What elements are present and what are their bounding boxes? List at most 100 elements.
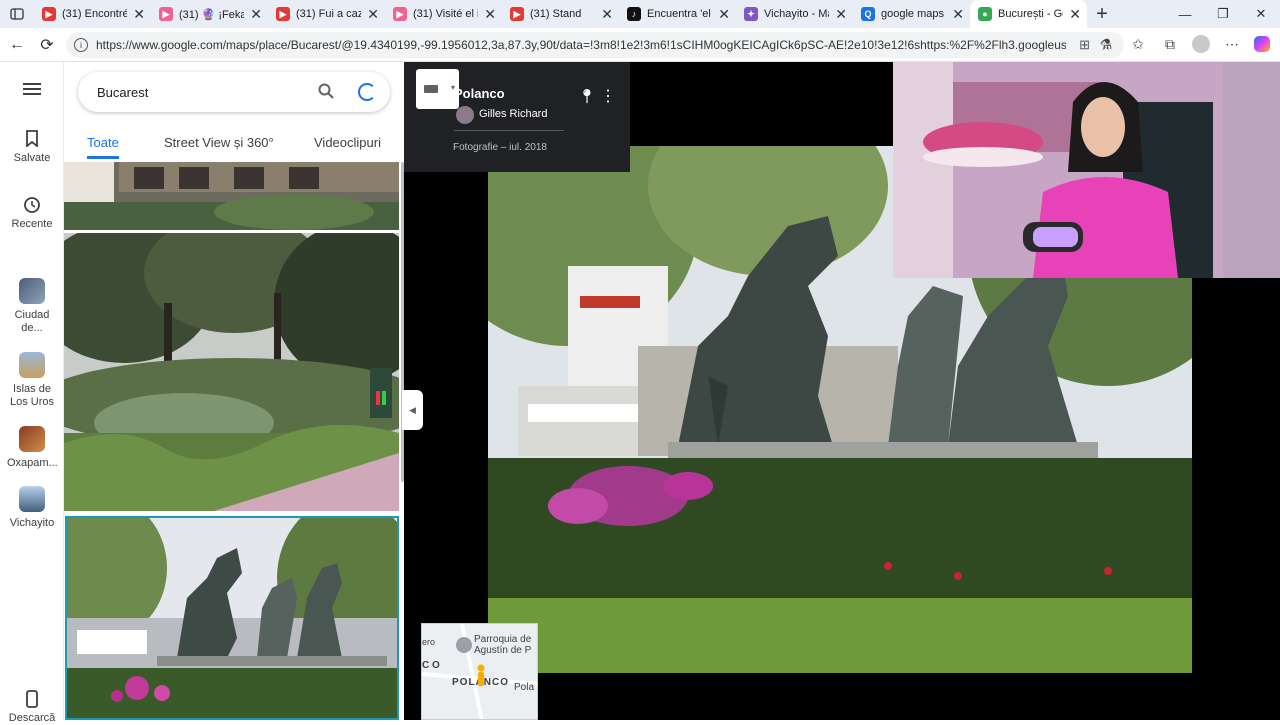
search-icon[interactable]	[318, 83, 334, 103]
tab-title: google maps	[881, 8, 944, 20]
maximize-icon[interactable]: ❐	[1204, 0, 1242, 28]
search-input[interactable]: Bucarest	[97, 85, 148, 100]
garden-photo	[64, 233, 399, 511]
webcam-overlay	[893, 62, 1280, 278]
browser-toolbar: ⚗ ✩ ⧉ ⋯	[1096, 34, 1270, 54]
photo-viewer: Polanco Gilles Richard Fotografie – iul.…	[404, 62, 1280, 720]
browser-tab[interactable]: ▶ (31) Fui a cazar ✕	[268, 0, 385, 28]
phone-icon	[26, 690, 38, 708]
tab-close-icon[interactable]: ✕	[484, 6, 496, 23]
place-label: Vichayito	[9, 517, 55, 529]
tab-videos[interactable]: Videoclipuri	[314, 132, 381, 153]
address-bar-row: ← ⟳ i https://www.google.com/maps/place/…	[0, 28, 1280, 62]
place-thumbnail	[19, 426, 45, 452]
recent-place-3[interactable]: Vichayito	[0, 486, 64, 530]
map-label: Agustín de P	[474, 645, 532, 656]
new-tab-button[interactable]: +	[1087, 0, 1117, 28]
minimap[interactable]: Parroquia de Agustín de P ero C O POLANC…	[421, 623, 538, 720]
map-label: C O	[422, 660, 440, 671]
photo-filter-tabs: Toate Street View și 360° Videoclipuri	[64, 132, 404, 162]
history-icon	[24, 197, 40, 213]
photo-thumbnail-selected[interactable]	[65, 516, 399, 720]
pegman-icon[interactable]	[476, 664, 486, 688]
photo-date: Fotografie – iul. 2018	[453, 142, 547, 153]
minimize-icon[interactable]: —	[1166, 0, 1204, 28]
map-label: Pola	[514, 682, 535, 693]
search-box[interactable]: Bucarest	[78, 72, 390, 112]
extension-icon[interactable]: ⚗	[1096, 34, 1116, 54]
recent-place-2[interactable]: Oxapam...	[0, 426, 64, 470]
tab-favicon-icon: ▶	[42, 7, 56, 21]
tab-favicon-icon: ▶	[510, 7, 524, 21]
maps-left-rail: Salvate Recente Ciudad de... Islas de Lo…	[0, 62, 64, 724]
recent-button[interactable]: Recente	[0, 196, 64, 231]
tab-favicon-icon: ▶	[393, 7, 407, 21]
tab-all[interactable]: Toate	[87, 132, 119, 159]
menu-button[interactable]	[0, 82, 64, 96]
browser-tab[interactable]: ▶ (31) Encontré la ✕	[34, 0, 151, 28]
divider	[454, 130, 564, 131]
reload-button[interactable]: ⟳	[32, 30, 62, 60]
browser-tab[interactable]: ● București - Goo ✕	[970, 0, 1087, 28]
browser-tab[interactable]: Qgoogle maps ✕	[853, 0, 970, 28]
tab-close-icon[interactable]: ✕	[718, 6, 730, 23]
place-thumbnail	[19, 486, 45, 512]
bookmark-icon	[26, 130, 38, 147]
collections-icon[interactable]: ⧉	[1160, 34, 1180, 54]
place-thumbnail	[19, 278, 45, 304]
browser-tab[interactable]: ▶ (31) Visité el in ✕	[385, 0, 502, 28]
tab-street-view[interactable]: Street View și 360°	[164, 132, 274, 153]
browser-tab[interactable]: ✦ Vichayito - Map ✕	[736, 0, 853, 28]
place-label: Ciudad de...	[14, 309, 50, 334]
profile-avatar[interactable]	[1192, 35, 1210, 53]
browser-tab[interactable]: ▶ (31) Stand ✕	[502, 0, 619, 28]
photo-thumbnail[interactable]	[64, 162, 399, 230]
tab-close-icon[interactable]: ✕	[250, 6, 262, 23]
copilot-icon[interactable]	[1254, 36, 1270, 52]
author-avatar[interactable]	[456, 106, 474, 124]
recent-place-1[interactable]: Islas de Los Uros	[0, 352, 64, 409]
tab-title: (31) 🔮 ¡Fekas	[179, 8, 245, 21]
tab-title: Vichayito - Map	[764, 8, 829, 20]
place-label: Islas de Los Uros	[9, 383, 55, 408]
app-available-icon[interactable]: ⊞	[1079, 37, 1090, 53]
place-thumbnail	[19, 352, 45, 378]
recent-place-0[interactable]: Ciudad de...	[0, 278, 64, 335]
tab-title: Encuentra 'el p	[647, 8, 712, 20]
tab-favicon-icon: Q	[861, 7, 875, 21]
tab-close-icon[interactable]: ✕	[133, 6, 145, 23]
map-label: Parroquia de	[474, 634, 532, 645]
author-name[interactable]: Gilles Richard	[479, 108, 547, 120]
window-controls: — ❐ ✕	[1166, 0, 1280, 28]
site-info-icon[interactable]: i	[74, 38, 88, 52]
keyboard-shortcuts-button[interactable]: ▾	[416, 69, 459, 109]
tab-close-icon[interactable]: ✕	[835, 6, 847, 23]
place-name[interactable]: Polanco	[454, 86, 505, 101]
tab-title: (31) Encontré la	[62, 8, 128, 20]
building-photo	[64, 162, 399, 230]
tab-title: (31) Fui a cazar	[296, 8, 362, 20]
photo-thumbnail[interactable]	[64, 233, 399, 511]
collapse-panel-button[interactable]: ◀	[402, 390, 423, 430]
tab-favicon-icon: ♪	[627, 7, 641, 21]
tab-close-icon[interactable]: ✕	[1069, 6, 1081, 23]
tab-favicon-icon: ✦	[744, 7, 758, 21]
url-field[interactable]: i https://www.google.com/maps/place/Buca…	[66, 32, 1124, 58]
tab-close-icon[interactable]: ✕	[367, 6, 379, 23]
more-options-icon[interactable]: ⋮	[600, 86, 616, 106]
location-pin-icon[interactable]: 📍︎	[578, 88, 596, 105]
browser-tab-strip: ▶ (31) Encontré la ✕ ▶ (31) 🔮 ¡Fekas ✕ ▶ (31) F…	[0, 0, 1280, 28]
tab-actions-icon[interactable]	[0, 0, 34, 28]
browser-tab[interactable]: ♪ Encuentra 'el p ✕	[619, 0, 736, 28]
menu-dots-icon[interactable]: ⋯	[1222, 34, 1242, 54]
saved-button[interactable]: Salvate	[0, 130, 64, 165]
url-text: https://www.google.com/maps/place/Bucare…	[96, 38, 1066, 52]
back-button[interactable]: ←	[2, 30, 32, 60]
keyboard-icon	[424, 85, 438, 93]
saved-label: Salvate	[13, 152, 51, 164]
close-window-icon[interactable]: ✕	[1242, 0, 1280, 28]
browser-tab[interactable]: ▶ (31) 🔮 ¡Fekas ✕	[151, 0, 268, 28]
tab-close-icon[interactable]: ✕	[952, 6, 964, 23]
favorites-icon[interactable]: ✩	[1128, 34, 1148, 54]
tab-close-icon[interactable]: ✕	[601, 6, 613, 23]
